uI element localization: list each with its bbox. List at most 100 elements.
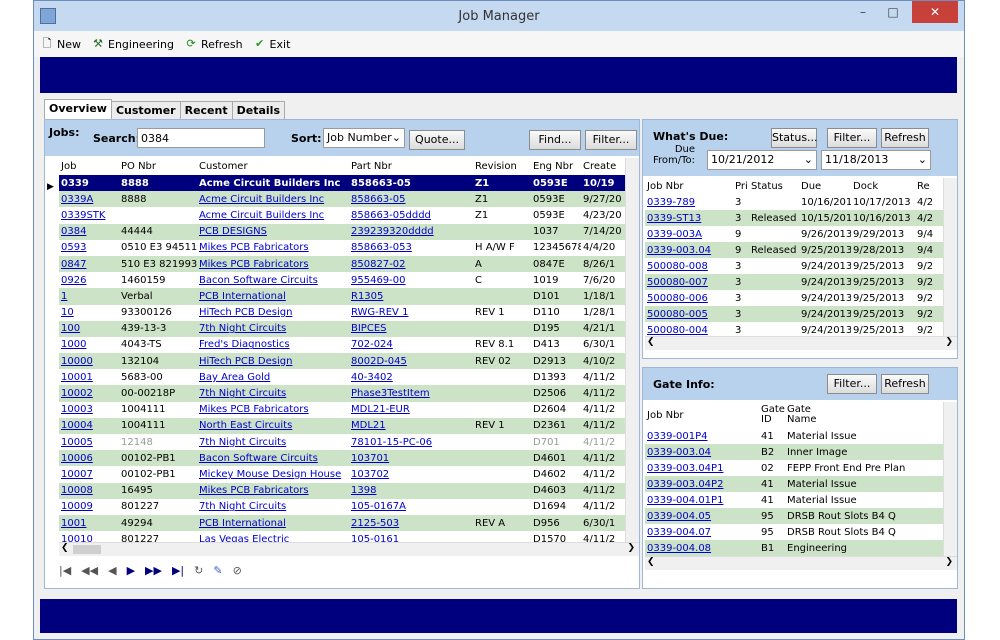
gate-hscroll[interactable]: ❮ ❯ xyxy=(645,556,957,570)
part-link[interactable]: 858663-05 xyxy=(351,194,406,205)
due-from-date[interactable]: 10/21/2012 ⌄ xyxy=(707,150,817,170)
col-header[interactable]: Due xyxy=(799,178,851,194)
last-record-icon[interactable]: ▶| xyxy=(172,564,184,577)
part-link[interactable]: MDL21-EUR xyxy=(351,404,410,415)
table-row[interactable]: 500080-004 3 9/24/2013 9/25/2013 9/2 xyxy=(645,322,943,336)
job-link[interactable]: 0339 xyxy=(61,178,89,189)
job-link[interactable]: 0339-003.04P2 xyxy=(647,479,723,490)
part-link[interactable]: 103701 xyxy=(351,453,389,464)
job-link[interactable]: 10005 xyxy=(61,437,93,448)
part-link[interactable]: 1398 xyxy=(351,485,376,496)
table-row[interactable]: 0339-003.04 9 Released 9/25/2013 9/28/2013 9/… xyxy=(645,242,943,258)
customer-link[interactable]: Mikes PCB Fabricators xyxy=(199,404,309,415)
col-header[interactable]: Revision xyxy=(473,158,531,175)
part-link[interactable]: 239239320dddd xyxy=(351,226,434,237)
col-header[interactable]: Job xyxy=(59,158,119,175)
edit-icon[interactable]: ✎ xyxy=(213,564,222,577)
job-link[interactable]: 0847 xyxy=(61,259,86,270)
customer-link[interactable]: Bacon Software Circuits xyxy=(199,453,318,464)
job-link[interactable]: 0339-789 xyxy=(647,197,695,208)
customer-link[interactable]: 7th Night Circuits xyxy=(199,437,286,448)
table-row[interactable]: 0339-789 3 10/16/201310/17/2013 4/2 xyxy=(645,194,943,210)
job-link[interactable]: 10007 xyxy=(61,469,93,480)
part-link[interactable]: 40-3402 xyxy=(351,372,393,383)
table-row[interactable]: 500080-005 3 9/24/2013 9/25/2013 9/2 xyxy=(645,306,943,322)
due-vscroll[interactable] xyxy=(943,178,957,336)
col-header[interactable]: Job Nbr xyxy=(645,178,733,194)
col-header[interactable]: Dock xyxy=(851,178,915,194)
job-link[interactable]: 10009 xyxy=(61,501,93,512)
job-link[interactable]: 0339-004.07 xyxy=(647,527,711,538)
jobs-hscroll[interactable]: ❮ ❯ xyxy=(59,542,639,556)
table-row[interactable]: 0339-003A 9 9/26/2013 9/29/2013 9/4 xyxy=(645,226,943,242)
part-link[interactable]: 103702 xyxy=(351,469,389,480)
table-row[interactable]: 0339-003.04 B2 Inner Image xyxy=(645,444,943,460)
customer-link[interactable]: HiTech PCB Design xyxy=(199,356,292,367)
jobs-vscroll[interactable] xyxy=(625,158,639,542)
find-button[interactable]: Find... xyxy=(529,130,581,150)
new-button[interactable]: 🗋 New xyxy=(40,37,81,51)
prev-page-icon[interactable]: ◀◀ xyxy=(81,564,98,577)
customer-link[interactable]: Las Vegas Electric xyxy=(199,534,289,542)
job-link[interactable]: 0339STK xyxy=(61,210,105,221)
tab-details[interactable]: Details xyxy=(231,101,285,119)
minimize-button[interactable]: – xyxy=(850,1,876,23)
table-row[interactable]: 10003 1004111 Mikes PCB Fabricators MDL21-E… xyxy=(59,401,639,418)
due-to-date[interactable]: 11/18/2013 ⌄ xyxy=(821,150,931,170)
due-hscroll[interactable]: ❮ ❯ xyxy=(645,336,957,350)
job-link[interactable]: 0339-004.08 xyxy=(647,543,711,554)
part-link[interactable]: Phase3TestItem xyxy=(351,388,430,399)
table-row[interactable]: 0847 510 E3 821993 Mikes PCB Fabricators 85… xyxy=(59,255,639,273)
customer-link[interactable]: 7th Night Circuits xyxy=(199,501,286,512)
col-header[interactable]: PO Nbr xyxy=(119,158,197,175)
tab-customer[interactable]: Customer xyxy=(110,101,181,119)
col-header[interactable]: Re xyxy=(915,178,943,194)
job-link[interactable]: 500080-004 xyxy=(647,325,708,336)
table-row[interactable]: 100 439-13-3 7th Night Circuits BIPCES D195 4… xyxy=(59,320,639,337)
table-row[interactable]: 0926 1460159 Bacon Software Circuits 955469… xyxy=(59,272,639,289)
job-link[interactable]: 10006 xyxy=(61,453,93,464)
gate-vscroll[interactable] xyxy=(943,402,957,556)
table-row[interactable]: 1 Verbal PCB International R1305 D101 1/18/1 xyxy=(59,288,639,305)
part-link[interactable]: 858663-05 xyxy=(351,178,411,189)
part-link[interactable]: 702-024 xyxy=(351,339,393,350)
table-row[interactable]: 0384 44444 PCB DESIGNS 239239320dddd 1037 7/1… xyxy=(59,223,639,240)
table-row[interactable]: 10007 00102-PB1 Mickey Mouse Design House 1… xyxy=(59,466,639,483)
part-link[interactable]: 955469-00 xyxy=(351,275,406,286)
job-link[interactable]: 0339-004.01P1 xyxy=(647,495,723,506)
tab-recent[interactable]: Recent xyxy=(179,101,233,119)
job-link[interactable]: 500080-008 xyxy=(647,261,708,272)
part-link[interactable]: 850827-02 xyxy=(351,259,406,270)
table-row[interactable]: 500080-006 3 9/24/2013 9/25/2013 9/2 xyxy=(645,290,943,306)
job-link[interactable]: 0593 xyxy=(61,242,86,253)
table-row[interactable]: 500080-008 3 9/24/2013 9/25/2013 9/2 xyxy=(645,258,943,274)
table-row[interactable]: 0339-004.07 95 DRSB Rout Slots B4 Q xyxy=(645,524,943,540)
refresh-button[interactable]: ⟳ Refresh xyxy=(184,37,242,51)
scroll-thumb[interactable] xyxy=(73,545,101,554)
table-row[interactable]: 0339-ST13 3 Released 10/15/201310/16/2013 4/… xyxy=(645,210,943,226)
next-record-icon[interactable]: ▶ xyxy=(127,564,135,577)
table-row[interactable]: 1001 49294 PCB International 2125-503 REV A D… xyxy=(59,514,639,532)
job-link[interactable]: 10010 xyxy=(61,534,93,542)
part-link[interactable]: 105-0161 xyxy=(351,534,399,542)
table-row[interactable]: 10005 12148 7th Night Circuits 78101-15-PC-… xyxy=(59,434,639,451)
job-link[interactable]: 100 xyxy=(61,323,80,334)
job-link[interactable]: 0339A xyxy=(61,194,93,205)
table-row[interactable]: 1000 4043-TS Fred's Diagnostics 702-024 REV … xyxy=(59,336,639,354)
sort-select[interactable]: Job Number ⌄ xyxy=(323,128,405,148)
part-link[interactable]: R1305 xyxy=(351,291,383,302)
close-button[interactable]: ✕ xyxy=(912,1,958,23)
table-row[interactable]: 0339-004.08 B1 Engineering xyxy=(645,540,943,556)
job-link[interactable]: 0384 xyxy=(61,226,86,237)
job-link[interactable]: 0339-004.05 xyxy=(647,511,711,522)
table-row[interactable]: 500080-007 3 9/24/2013 9/25/2013 9/2 xyxy=(645,274,943,290)
engineering-button[interactable]: ⚒ Engineering xyxy=(91,37,174,51)
due-filter-button[interactable]: Filter... xyxy=(827,128,877,148)
customer-link[interactable]: Bacon Software Circuits xyxy=(199,275,318,286)
job-link[interactable]: 10000 xyxy=(61,356,93,367)
customer-link[interactable]: 7th Night Circuits xyxy=(199,388,286,399)
table-row[interactable]: 0339A 8888 Acme Circuit Builders Inc 858663… xyxy=(59,191,639,208)
customer-link[interactable]: North East Circuits xyxy=(199,420,292,431)
job-link[interactable]: 0339-003.04 xyxy=(647,447,711,458)
job-link[interactable]: 500080-005 xyxy=(647,309,708,320)
